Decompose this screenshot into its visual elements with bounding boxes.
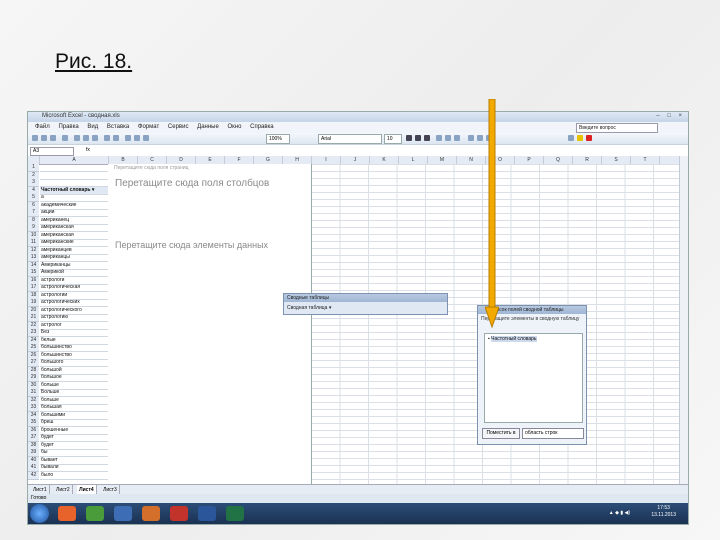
field-item[interactable]: ▪ Частотный словарь xyxy=(485,334,582,344)
fx-icon[interactable]: fx xyxy=(86,147,90,153)
add-to-button[interactable]: Поместить в xyxy=(482,428,520,439)
clock[interactable]: 17:53 13.11.2013 xyxy=(651,505,676,519)
col-header-q[interactable]: Q xyxy=(544,156,573,164)
select-all-corner[interactable] xyxy=(28,156,40,164)
menu-help[interactable]: Справка xyxy=(250,122,274,133)
clock-date: 13.11.2013 xyxy=(651,512,676,518)
utorrent-icon[interactable] xyxy=(86,506,104,521)
pivot-drop-area[interactable] xyxy=(108,164,312,484)
paste-icon[interactable] xyxy=(92,135,98,141)
windows-taskbar: ▲ ◆ ▮ ◀) 17:53 13.11.2013 xyxy=(28,503,688,524)
column-field-drop-zone[interactable]: Перетащите сюда поля столбцов xyxy=(115,178,269,189)
data-field-drop-zone[interactable]: Перетащите сюда элементы данных xyxy=(115,240,268,250)
field-list-box: ▪ Частотный словарь xyxy=(484,333,583,423)
word-icon[interactable] xyxy=(198,506,216,521)
col-header-d[interactable]: D xyxy=(167,156,196,164)
start-button[interactable] xyxy=(30,504,49,523)
firefox-icon[interactable] xyxy=(58,506,76,521)
menu-bar: Файл Правка Вид Вставка Формат Сервис Да… xyxy=(28,122,688,133)
standard-toolbar: 100% Arial 10 xyxy=(28,133,688,145)
copy-icon[interactable] xyxy=(83,135,89,141)
col-header-s[interactable]: S xyxy=(602,156,631,164)
clock-time: 17:53 xyxy=(657,505,670,511)
vertical-scrollbar[interactable] xyxy=(679,156,688,484)
col-header-t[interactable]: T xyxy=(631,156,660,164)
page-field-drop-zone[interactable]: Перетащите сюда поля страниц xyxy=(114,165,189,171)
col-header-m[interactable]: M xyxy=(428,156,457,164)
align-center-icon[interactable] xyxy=(445,135,451,141)
floppy-icon[interactable] xyxy=(114,506,132,521)
col-header-g[interactable]: G xyxy=(254,156,283,164)
print-icon[interactable] xyxy=(62,135,68,141)
col-header-c[interactable]: C xyxy=(138,156,167,164)
align-right-icon[interactable] xyxy=(454,135,460,141)
pivot-table-toolbar: Сводные таблицы Сводная таблица ▾ xyxy=(283,293,448,315)
redo-icon[interactable] xyxy=(113,135,119,141)
bold-icon[interactable] xyxy=(406,135,412,141)
window-controls[interactable]: – □ × xyxy=(656,113,685,119)
col-header-p[interactable]: P xyxy=(515,156,544,164)
cut-icon[interactable] xyxy=(74,135,80,141)
currency-icon[interactable] xyxy=(468,135,474,141)
window-title: Microsoft Excel - сводная.xls xyxy=(42,113,120,119)
col-header-r[interactable]: R xyxy=(573,156,602,164)
col-header-h[interactable]: H xyxy=(283,156,312,164)
col-header-i[interactable]: I xyxy=(312,156,341,164)
excel-icon[interactable] xyxy=(226,506,244,521)
window-titlebar: Microsoft Excel - сводная.xls – □ × xyxy=(28,112,688,122)
row-header[interactable]: 42 xyxy=(28,471,39,480)
menu-data[interactable]: Данные xyxy=(197,122,219,133)
orange-arrow-icon xyxy=(485,99,499,329)
sum-icon[interactable] xyxy=(125,135,131,141)
save-icon[interactable] xyxy=(50,135,56,141)
sort-icon[interactable] xyxy=(134,135,140,141)
zoom-select[interactable]: 100% xyxy=(266,134,290,144)
system-tray[interactable]: ▲ ◆ ▮ ◀) xyxy=(609,510,630,516)
borders-icon[interactable] xyxy=(568,135,574,141)
percent-icon[interactable] xyxy=(477,135,483,141)
fill-color-icon[interactable] xyxy=(577,135,583,141)
open-icon[interactable] xyxy=(41,135,47,141)
chrome-icon[interactable] xyxy=(170,506,188,521)
help-search-input[interactable]: Введите вопрос xyxy=(576,123,658,133)
menu-insert[interactable]: Вставка xyxy=(107,122,129,133)
underline-icon[interactable] xyxy=(424,135,430,141)
menu-window[interactable]: Окно xyxy=(227,122,241,133)
col-header-j[interactable]: J xyxy=(341,156,370,164)
name-box[interactable]: A3 xyxy=(30,147,74,156)
chart-icon[interactable] xyxy=(143,135,149,141)
menu-tools[interactable]: Сервис xyxy=(168,122,189,133)
font-select[interactable]: Arial xyxy=(318,134,382,144)
area-select[interactable]: область строк xyxy=(522,428,584,439)
undo-icon[interactable] xyxy=(104,135,110,141)
font-size-select[interactable]: 10 xyxy=(384,134,402,144)
italic-icon[interactable] xyxy=(415,135,421,141)
cell-a[interactable]: было xyxy=(40,471,110,480)
pivot-table-menu[interactable]: Сводная таблица ▾ xyxy=(284,302,447,314)
col-header-n[interactable]: N xyxy=(457,156,486,164)
new-icon[interactable] xyxy=(32,135,38,141)
slide-title: Рис. 18. xyxy=(55,50,133,73)
powerpoint-icon[interactable] xyxy=(142,506,160,521)
status-bar: Готово xyxy=(28,494,688,503)
excel-screenshot: Microsoft Excel - сводная.xls – □ × Файл… xyxy=(27,111,689,525)
align-left-icon[interactable] xyxy=(436,135,442,141)
col-header-a[interactable]: A xyxy=(40,156,109,164)
col-header-l[interactable]: L xyxy=(399,156,428,164)
font-color-icon[interactable] xyxy=(586,135,592,141)
field-item-label: Частотный словарь xyxy=(491,336,537,342)
menu-view[interactable]: Вид xyxy=(87,122,98,133)
menu-edit[interactable]: Правка xyxy=(58,122,78,133)
col-header-e[interactable]: E xyxy=(196,156,225,164)
col-header-k[interactable]: K xyxy=(370,156,399,164)
col-header-f[interactable]: F xyxy=(225,156,254,164)
menu-format[interactable]: Формат xyxy=(138,122,159,133)
menu-file[interactable]: Файл xyxy=(35,122,50,133)
col-header-b[interactable]: B xyxy=(109,156,138,164)
pivot-toolbar-title[interactable]: Сводные таблицы xyxy=(284,294,447,302)
